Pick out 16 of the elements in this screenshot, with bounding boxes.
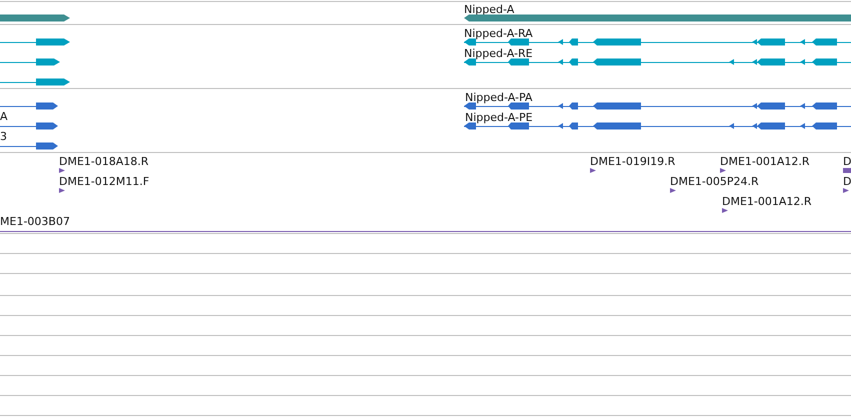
- clone-label: DME1-005P24.R: [670, 175, 759, 188]
- feature-label: Nipped-A-RE: [464, 47, 533, 60]
- feature-label: Nipped-A-PA: [465, 91, 532, 104]
- clone-label: DME1-019I19.R: [590, 155, 676, 168]
- clone-label: D: [843, 155, 851, 168]
- feature-label: Nipped-A-PE: [465, 111, 533, 124]
- clone-label: DME1-018A18.R: [59, 155, 149, 168]
- clone-label: ME1-003B07: [0, 215, 70, 228]
- clone-label: DME1-001A12.R: [722, 195, 812, 208]
- feature-label: 3: [0, 130, 7, 143]
- feature-label: A: [0, 110, 8, 123]
- clone-label: D: [843, 175, 851, 188]
- clone-label: DME1-001A12.R: [720, 155, 810, 168]
- feature-label: Nipped-A-RA: [464, 27, 533, 40]
- feature-label: Nipped-A: [464, 3, 514, 16]
- clone-label: DME1-012M11.F: [59, 175, 150, 188]
